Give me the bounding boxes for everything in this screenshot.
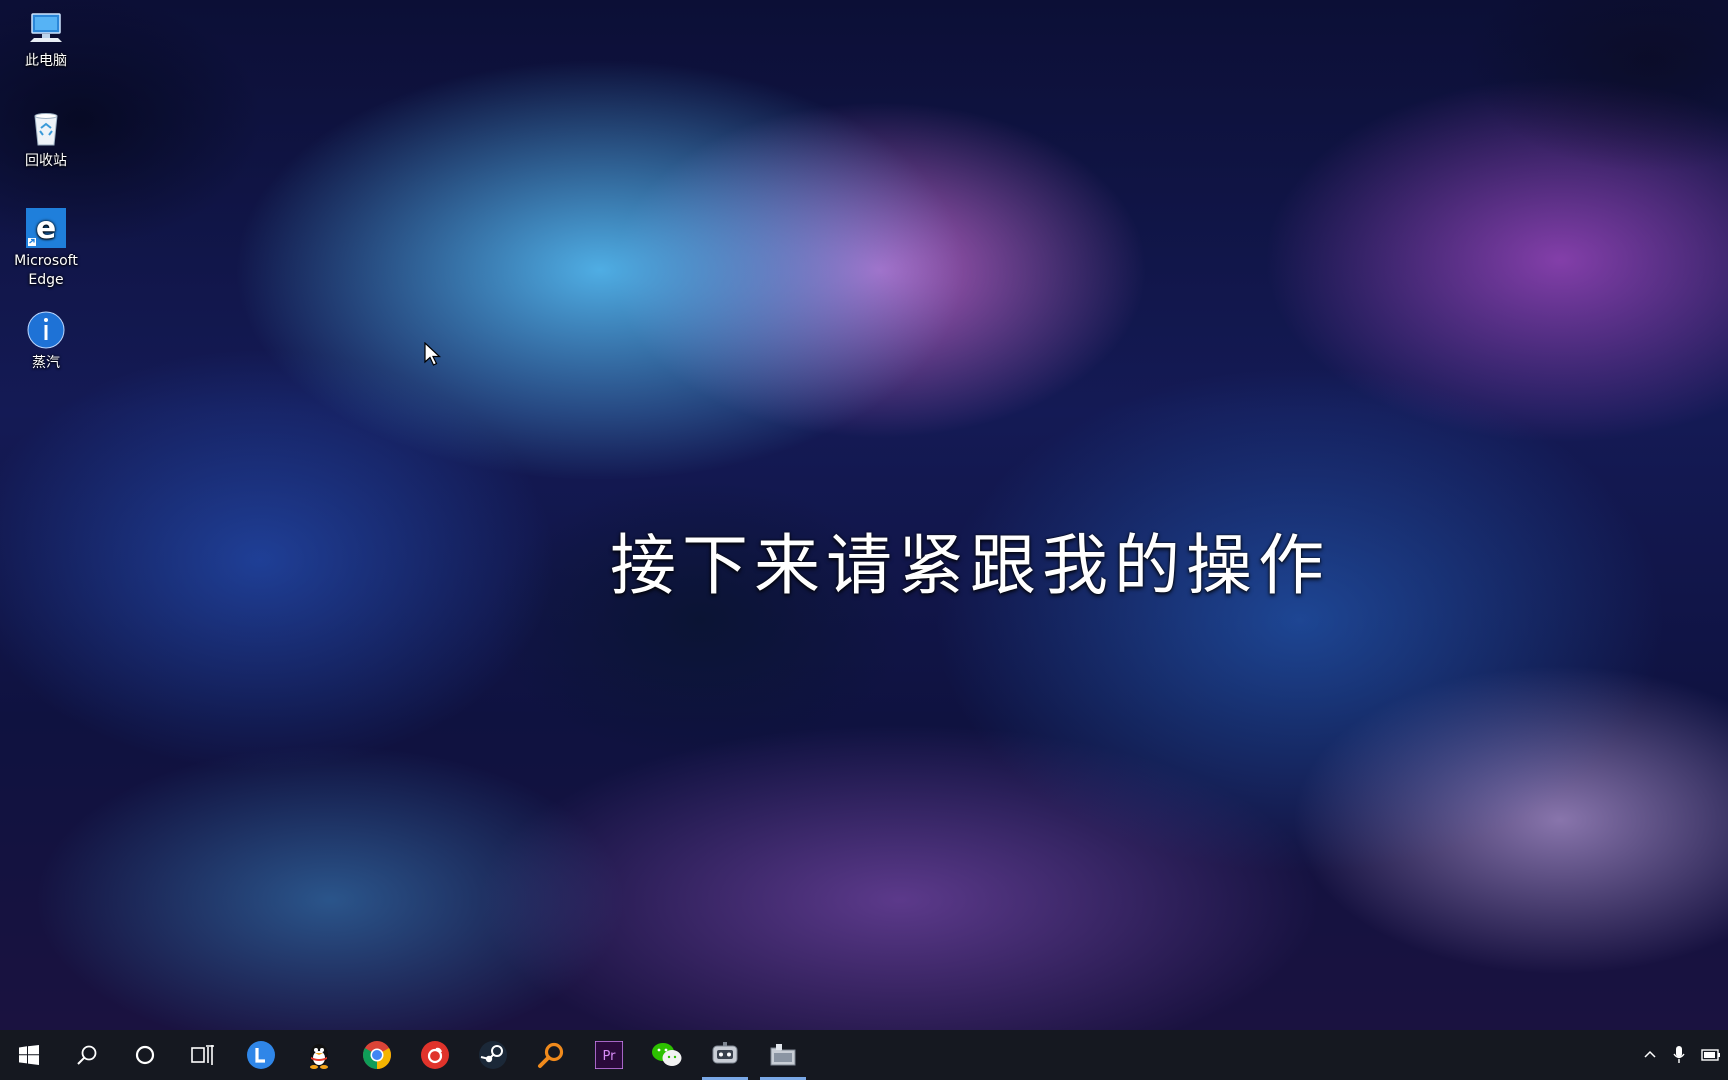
desktop-icon-label: Microsoft Edge	[14, 253, 78, 288]
desktop-icon-label: 蒸汽	[32, 355, 60, 371]
app-folder-icon	[770, 1044, 796, 1066]
desktop-icon-label: 此电脑	[25, 53, 67, 69]
edge-icon: e	[26, 208, 66, 248]
qq-penguin-icon	[310, 1044, 328, 1069]
desktop-icon-steam[interactable]: 蒸汽	[6, 310, 86, 373]
search-tool-icon	[538, 1042, 564, 1068]
tray-microphone-button[interactable]	[1672, 1045, 1686, 1065]
taskbar-app-steam[interactable]	[464, 1030, 522, 1080]
taskbar-app-search-tool[interactable]	[522, 1030, 580, 1080]
search-button[interactable]	[58, 1030, 116, 1080]
recycle-bin-icon	[26, 108, 66, 148]
steam-info-icon	[26, 310, 66, 350]
taskbar-app-chrome[interactable]	[348, 1030, 406, 1080]
system-tray	[1642, 1030, 1728, 1080]
svg-text:e: e	[36, 211, 56, 246]
tray-overflow-button[interactable]	[1642, 1047, 1658, 1063]
desktop-icon-this-pc[interactable]: 此电脑	[6, 8, 86, 71]
lenovo-l-icon	[247, 1041, 275, 1069]
battery-icon	[1701, 1049, 1720, 1061]
desktop-icon-edge[interactable]: e Microsoft Edge	[6, 208, 86, 290]
start-button[interactable]	[0, 1030, 58, 1080]
taskbar-app-folder[interactable]	[754, 1030, 812, 1080]
windows-start-icon	[19, 1045, 39, 1065]
task-view-icon	[191, 1045, 214, 1065]
cortana-icon	[135, 1045, 155, 1065]
video-subtitle: 接下来请紧跟我的操作	[610, 527, 1330, 604]
cortana-button[interactable]	[116, 1030, 174, 1080]
app-robot-icon	[712, 1042, 738, 1064]
netease-music-icon	[421, 1041, 449, 1069]
desktop-icon-recycle-bin[interactable]: 回收站	[6, 108, 86, 171]
taskbar-app-netease-music[interactable]	[406, 1030, 464, 1080]
taskbar: Pr	[0, 1030, 1728, 1080]
chevron-up-icon	[1644, 1050, 1656, 1058]
premiere-pro-icon: Pr	[595, 1041, 623, 1069]
mouse-cursor-icon	[424, 342, 442, 366]
wechat-icon	[652, 1043, 682, 1066]
taskbar-app-lenovo[interactable]	[232, 1030, 290, 1080]
taskbar-app-robot[interactable]	[696, 1030, 754, 1080]
this-pc-icon	[26, 8, 66, 48]
taskbar-app-qq[interactable]	[290, 1030, 348, 1080]
tray-battery-button[interactable]	[1700, 1047, 1722, 1063]
svg-text:Pr: Pr	[603, 1049, 617, 1064]
task-view-button[interactable]	[174, 1030, 232, 1080]
desktop-icon-label: 回收站	[25, 153, 67, 169]
microphone-icon	[1673, 1046, 1685, 1063]
taskbar-app-wechat[interactable]	[638, 1030, 696, 1080]
chrome-icon	[363, 1041, 391, 1069]
steam-icon	[479, 1041, 507, 1069]
taskbar-app-premiere[interactable]: Pr	[580, 1030, 638, 1080]
search-icon	[77, 1045, 97, 1065]
